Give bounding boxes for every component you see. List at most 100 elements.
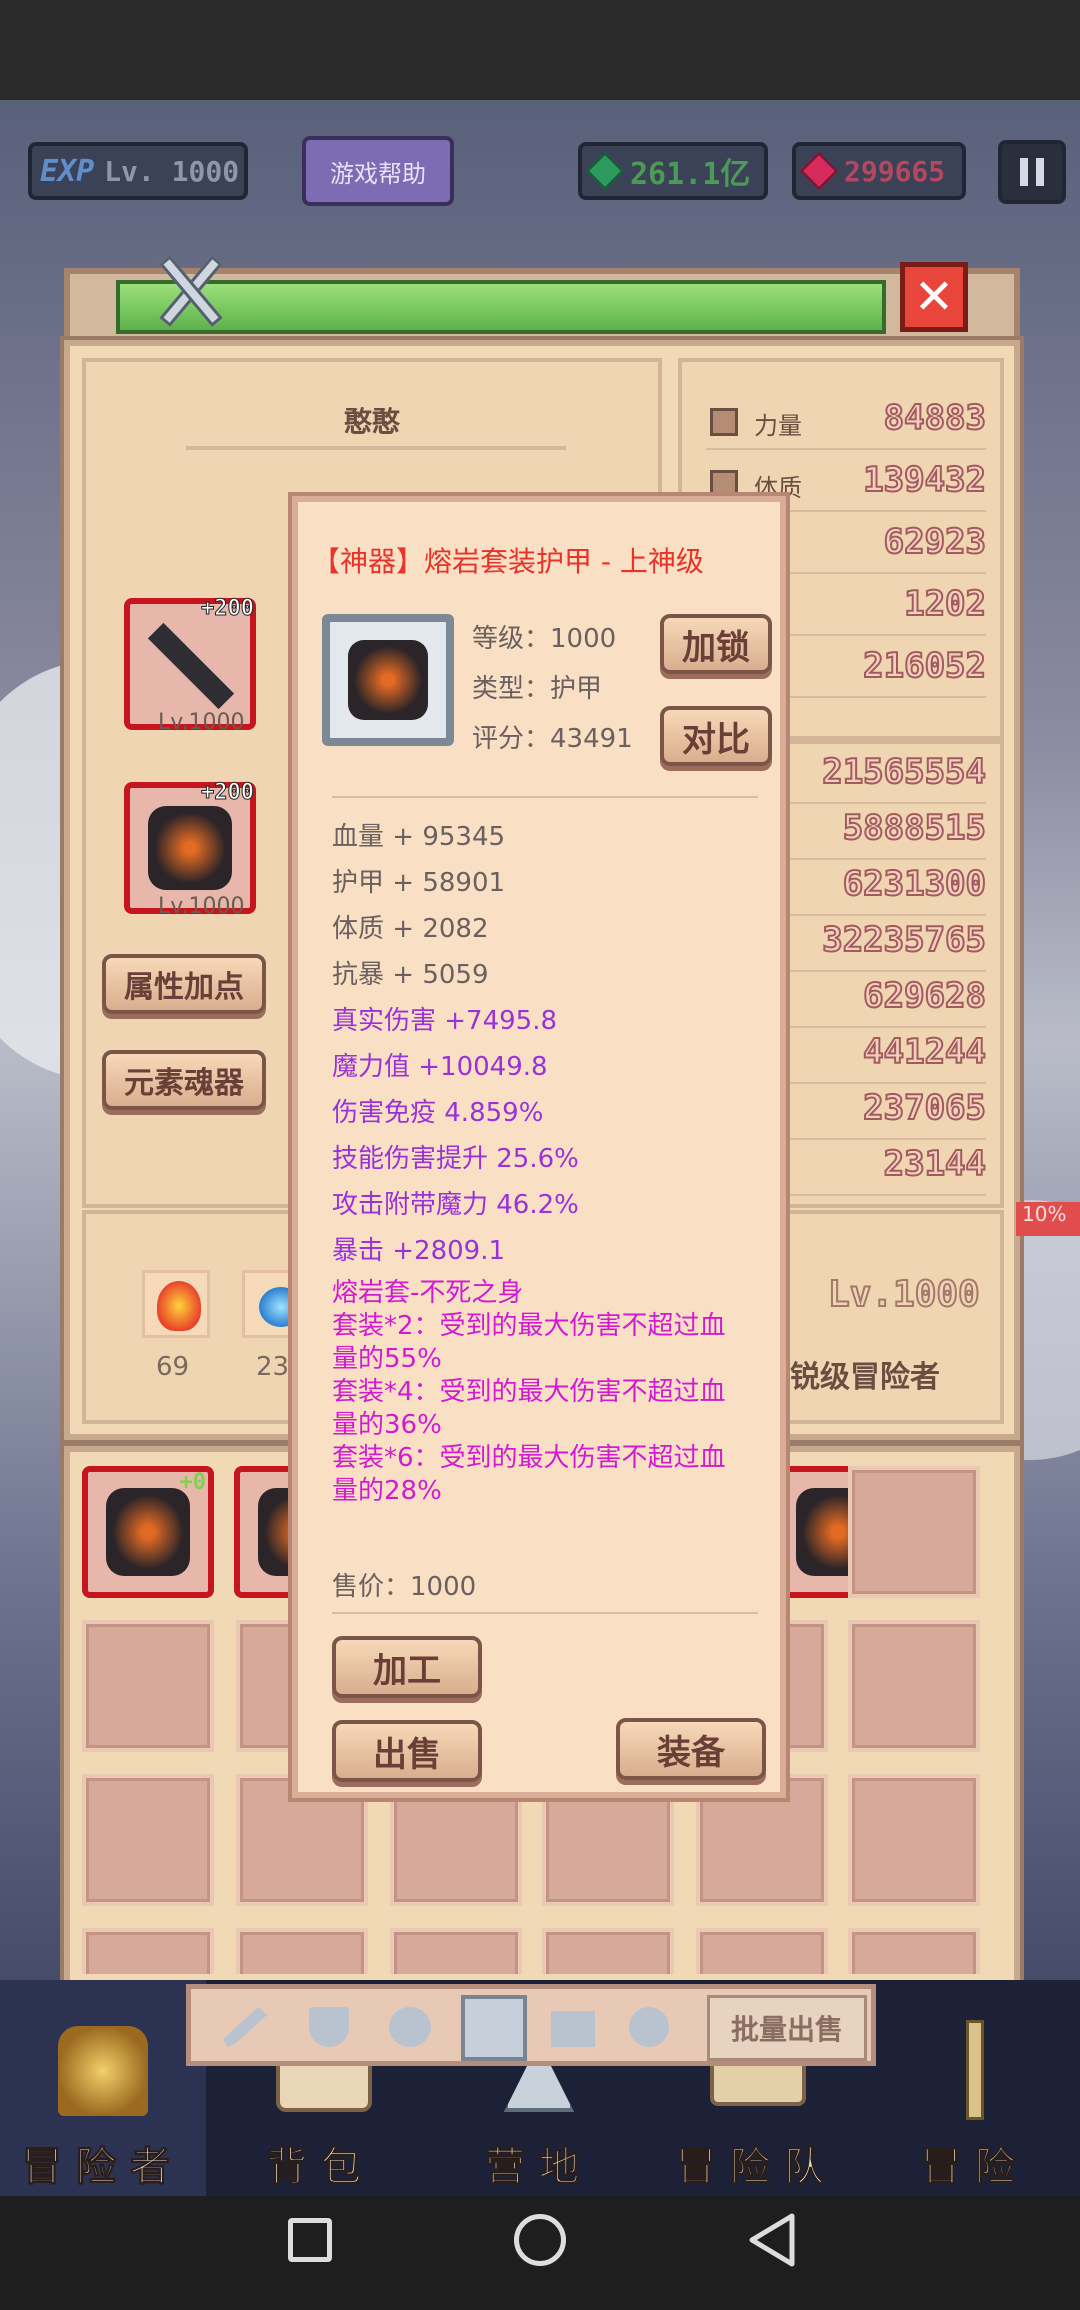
circle-icon (514, 2214, 566, 2266)
extra-attribute: 技能伤害提升 25.6% (332, 1144, 579, 1174)
stat-value: 139432 (862, 459, 987, 501)
filter-armor-icon[interactable] (461, 1995, 527, 2061)
weapon-level: Lv.1000 (158, 710, 245, 735)
process-button[interactable]: 加工 (332, 1636, 482, 1698)
base-attribute: 血量 + 95345 (332, 822, 506, 852)
item-icon-frame (322, 614, 454, 746)
sell-button[interactable]: 出售 (332, 1720, 482, 1782)
lock-button-label: 加锁 (682, 627, 750, 668)
stat-value: 84883 (883, 397, 987, 439)
player-level: Lv. 1000 (104, 154, 240, 188)
inventory-slot[interactable] (848, 1466, 980, 1598)
recents-button[interactable] (282, 2210, 366, 2294)
lava-armor-icon (148, 806, 232, 890)
equip-button[interactable]: 装备 (616, 1718, 766, 1780)
fire-count: 69 (156, 1352, 190, 1382)
inventory-slot[interactable] (542, 1928, 674, 1974)
red-currency: 299665 (792, 142, 966, 200)
equip-button-label: 装备 (657, 1732, 725, 1773)
extra-attribute: 暴击 +2809.1 (332, 1236, 506, 1266)
set-bonus-line: 量的55% (332, 1344, 442, 1374)
sword-icon (966, 2020, 984, 2120)
filter-shield-icon[interactable] (309, 2007, 349, 2047)
tab-label: 冒险者 (22, 2144, 184, 2191)
help-button[interactable]: 游戏帮助 (302, 136, 454, 206)
item-level: 等级：1000 (472, 624, 617, 654)
exp-level-badge: EXP Lv. 1000 (28, 142, 248, 200)
green-gem-icon (585, 151, 625, 191)
fire-icon (157, 1281, 201, 1331)
inventory-slot[interactable] (848, 1620, 980, 1752)
attribute-points-label: 属性加点 (124, 970, 244, 1005)
set-name: 熔岩套-不死之身 (332, 1278, 524, 1308)
stat-value: 441244 (862, 1031, 987, 1073)
inventory-slot[interactable] (390, 1928, 522, 1974)
stat-value: 629628 (862, 975, 987, 1017)
back-button[interactable] (744, 2210, 828, 2294)
base-attribute: 抗暴 + 5059 (332, 960, 489, 990)
inventory-slot[interactable] (82, 1928, 214, 1974)
help-button-label: 游戏帮助 (330, 159, 426, 188)
filter-ring-icon[interactable] (629, 2007, 669, 2047)
inventory-slot[interactable] (848, 1928, 980, 1974)
extra-attribute: 真实伤害 +7495.8 (332, 1006, 558, 1036)
back-triangle-icon (749, 2213, 795, 2267)
constitution-icon (710, 470, 738, 498)
fire-element-slot[interactable] (142, 1270, 210, 1338)
set-bonus-line: 量的36% (332, 1410, 442, 1440)
base-attribute: 护甲 + 58901 (332, 868, 506, 898)
adventurer-level: Lv.1000 (827, 1273, 981, 1316)
filter-helmet-icon[interactable] (389, 2007, 431, 2047)
set-bonus-line: 套装*4：受到的最大伤害不超过血 (332, 1377, 726, 1407)
side-progress-hint: 10% (1016, 1202, 1080, 1236)
extra-attribute: 魔力值 +10049.8 (332, 1052, 548, 1082)
pause-button[interactable] (998, 140, 1066, 204)
attribute-points-button[interactable]: 属性加点 (102, 954, 266, 1014)
stat-value: 6231300 (842, 863, 987, 905)
tab-adventurer[interactable]: 冒险者 (0, 1980, 206, 2196)
exp-label: EXP (40, 153, 95, 189)
lock-button[interactable]: 加锁 (660, 614, 772, 674)
tab-label: 背包 (267, 2144, 375, 2191)
red-gem-icon (799, 151, 839, 191)
water-count: 23 (256, 1352, 290, 1382)
item-detail-popup: 【神器】熔岩套装护甲 - 上神级 等级：1000 类型：护甲 评分：43491 … (292, 496, 786, 1798)
filter-pants-icon[interactable] (551, 2011, 595, 2047)
character-name: 憨憨 (343, 405, 400, 438)
item-title-line: 【神器】熔岩套装护甲 - 上神级 (312, 540, 704, 580)
inventory-slot[interactable] (82, 1774, 214, 1906)
name-divider (186, 446, 566, 450)
extra-attribute: 攻击附带魔力 46.2% (332, 1190, 579, 1220)
close-icon: ✕ (913, 269, 955, 325)
divider (332, 796, 758, 798)
stat-value: 62923 (883, 521, 987, 563)
tab-adventure[interactable]: 冒险 (872, 1980, 1078, 2196)
helmet-icon (58, 2026, 148, 2116)
compare-button[interactable]: 对比 (660, 706, 772, 766)
item-name: 熔岩套装护甲 - 上神级 (424, 545, 704, 578)
weapon-plus: +200 (201, 596, 255, 622)
red-currency-value: 299665 (844, 154, 946, 188)
tab-label: 营地 (485, 2144, 593, 2191)
stat-value: 216052 (862, 645, 987, 687)
green-currency-value: 261.1亿 (630, 157, 751, 192)
inventory-slot[interactable] (848, 1774, 980, 1906)
inventory-slot[interactable] (236, 1928, 368, 1974)
sell-price: 售价：1000 (332, 1572, 477, 1602)
stat-value: 237065 (862, 1087, 987, 1129)
inventory-item[interactable]: +0 (82, 1466, 214, 1598)
bulk-sell-button[interactable]: 批量出售 (707, 1995, 867, 2061)
inventory-slot[interactable] (696, 1928, 828, 1974)
inventory-slot[interactable] (82, 1620, 214, 1752)
square-icon (288, 2218, 332, 2262)
tab-label: 冒险 (921, 2144, 1029, 2191)
crossed-swords-icon (150, 250, 232, 328)
element-soul-button[interactable]: 元素魂器 (102, 1050, 266, 1110)
set-bonus-line: 套装*6：受到的最大伤害不超过血 (332, 1443, 726, 1473)
home-button[interactable] (512, 2210, 596, 2294)
item-rarity: 【神器】 (312, 545, 425, 578)
green-currency: 261.1亿 (578, 142, 768, 200)
filter-weapon-icon[interactable] (223, 2007, 267, 2047)
dark-sword-icon (147, 622, 235, 710)
close-button[interactable]: ✕ (900, 262, 968, 332)
